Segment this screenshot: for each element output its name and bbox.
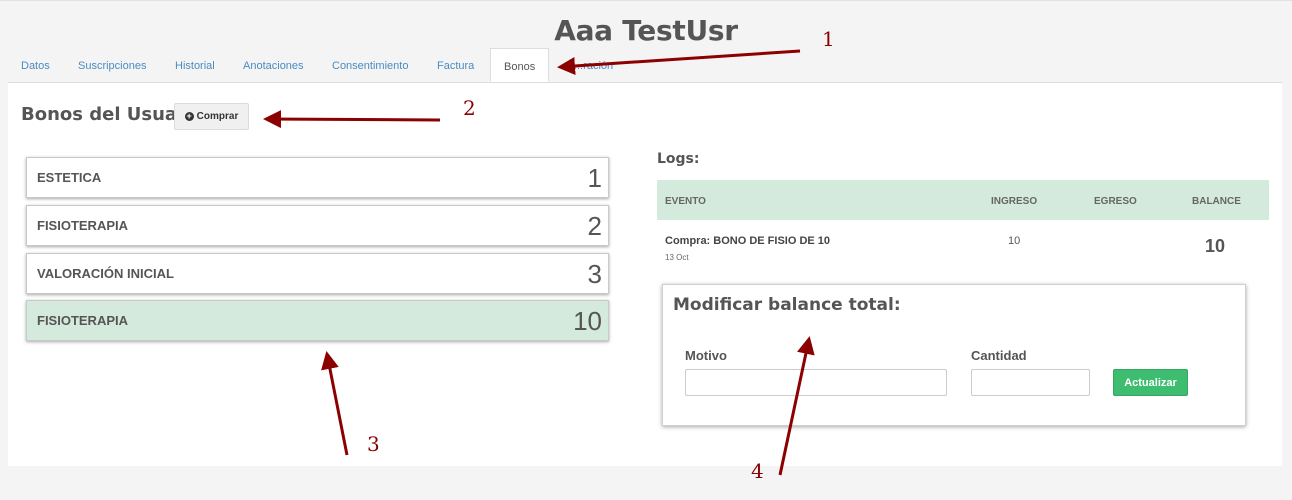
annotation-label-2: 2	[463, 96, 476, 120]
annotation-label-3: 3	[367, 432, 380, 456]
page-title: Aaa TestUsr	[554, 14, 738, 47]
tab-bar: Datos Suscripciones Historial Anotacione…	[8, 48, 1282, 83]
bono-count: 2	[587, 211, 602, 241]
bono-name: ESTETICA	[37, 170, 102, 185]
modify-balance-title: Modificar balance total:	[673, 295, 901, 315]
column-header-egreso: EGRESO	[1094, 196, 1137, 207]
tab-datos[interactable]: Datos	[21, 60, 50, 72]
bono-item[interactable]: ESTETICA 1	[26, 157, 609, 198]
bono-count: 3	[587, 259, 602, 289]
tab-configuracion[interactable]: ...ración	[574, 60, 613, 72]
column-header-ingreso: INGRESO	[991, 196, 1038, 207]
log-date: 13 Oct	[665, 253, 689, 262]
bono-name: VALORACIÓN INICIAL	[37, 266, 174, 281]
bono-name: FISIOTERAPIA	[37, 313, 129, 328]
bono-item-selected[interactable]: FISIOTERAPIA 10	[26, 300, 609, 341]
log-event: Compra: BONO DE FISIO DE 10	[665, 235, 831, 247]
bono-item[interactable]: VALORACIÓN INICIAL 3	[26, 253, 609, 294]
column-header-evento: EVENTO	[665, 196, 706, 207]
tab-factura[interactable]: Factura	[437, 60, 474, 72]
annotation-label-1: 1	[822, 27, 835, 51]
modify-balance-form: Modificar balance total: Motivo Cantidad…	[662, 284, 1246, 426]
bono-name: FISIOTERAPIA	[37, 218, 129, 233]
log-ingreso: 10	[1008, 235, 1021, 247]
plus-circle-icon: +	[184, 111, 194, 121]
cantidad-label: Cantidad	[971, 348, 1027, 363]
comprar-button-label: Comprar	[196, 111, 239, 122]
logs-table-header: EVENTO INGRESO EGRESO BALANCE	[657, 180, 1269, 220]
cantidad-input[interactable]	[971, 369, 1090, 396]
logs-label: Logs:	[657, 151, 700, 167]
tab-bonos[interactable]: Bonos	[490, 48, 550, 82]
bono-item[interactable]: FISIOTERAPIA 2	[26, 205, 609, 246]
actualizar-button[interactable]: Actualizar	[1113, 369, 1188, 396]
motivo-input[interactable]	[685, 369, 947, 396]
tab-suscripciones[interactable]: Suscripciones	[78, 60, 146, 72]
log-balance: 10	[1205, 236, 1226, 256]
motivo-label: Motivo	[685, 348, 727, 363]
bonos-panel: Bonos del Usuario + Comprar ESTETICA 1 F…	[8, 83, 1282, 466]
tab-consentimiento[interactable]: Consentimiento	[332, 60, 408, 72]
bono-count: 10	[573, 306, 602, 336]
comprar-button[interactable]: + Comprar	[174, 103, 249, 130]
tab-historial[interactable]: Historial	[175, 60, 215, 72]
top-border	[0, 0, 1292, 1]
column-header-balance: BALANCE	[1192, 196, 1241, 207]
annotation-label-4: 4	[751, 459, 764, 483]
bono-count: 1	[587, 163, 602, 193]
tab-anotaciones[interactable]: Anotaciones	[243, 60, 304, 72]
